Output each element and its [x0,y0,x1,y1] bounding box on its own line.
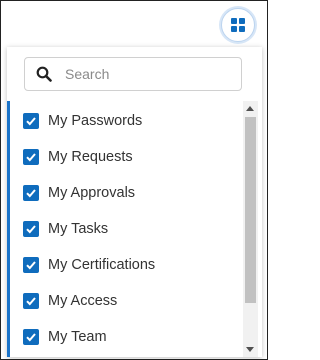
checkmark-icon [26,189,36,198]
scroll-down-arrow-icon[interactable] [246,347,254,352]
menu-item-label: My Tasks [48,221,109,237]
menu-item-label: My Requests [48,149,133,165]
menu-list-area: My Passwords My Requests My Approvals My… [7,101,262,357]
menu-item-my-passwords[interactable]: My Passwords [7,103,242,139]
checkbox[interactable] [23,113,39,129]
checkmark-icon [26,153,36,162]
scroll-up-arrow-icon[interactable] [246,106,254,111]
apps-grid-icon [231,18,245,32]
menu-item-label: My Team [48,329,107,345]
checkmark-icon [26,261,36,270]
menu-item-label: My Approvals [48,185,136,201]
menu-item-label: My Certifications [48,257,156,273]
menu-item-my-access[interactable]: My Access [7,283,242,319]
checkbox[interactable] [23,221,39,237]
window-frame: My Passwords My Requests My Approvals [0,0,268,360]
checkmark-icon [26,297,36,306]
menu-item-my-requests[interactable]: My Requests [7,139,242,175]
checkmark-icon [26,225,36,234]
dropdown-panel: My Passwords My Requests My Approvals [7,47,262,357]
apps-menu-button[interactable] [221,8,255,42]
menu-item-label: My Access [48,293,118,309]
menu-item-label: My Passwords [48,113,143,129]
menu-list: My Passwords My Requests My Approvals My… [7,101,242,355]
search-input[interactable] [65,66,225,82]
checkmark-icon [26,333,36,342]
vertical-scrollbar[interactable] [243,101,258,357]
checkbox[interactable] [23,149,39,165]
scrollbar-thumb[interactable] [245,117,256,303]
checkbox[interactable] [23,329,39,345]
menu-item-my-certifications[interactable]: My Certifications [7,247,242,283]
search-box[interactable] [24,57,242,91]
checkbox[interactable] [23,257,39,273]
search-icon [36,66,52,82]
checkbox[interactable] [23,185,39,201]
menu-item-my-team[interactable]: My Team [7,319,242,355]
menu-item-my-tasks[interactable]: My Tasks [7,211,242,247]
checkmark-icon [26,117,36,126]
checkbox[interactable] [23,293,39,309]
menu-item-my-approvals[interactable]: My Approvals [7,175,242,211]
